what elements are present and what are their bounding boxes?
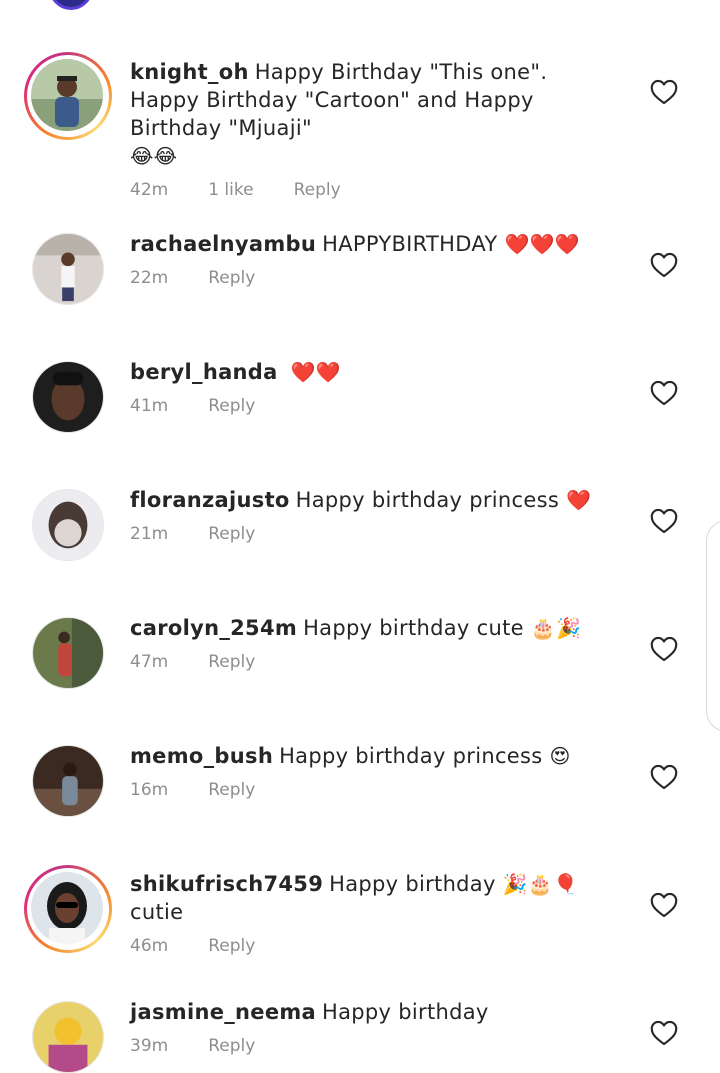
avatar-image bbox=[32, 361, 104, 433]
avatar[interactable] bbox=[32, 745, 104, 817]
heart-outline-icon[interactable] bbox=[650, 79, 678, 105]
comment-time: 47m bbox=[130, 652, 169, 672]
reply-button[interactable]: Reply bbox=[208, 652, 255, 672]
comment-emojis: 🎂🎉 bbox=[530, 616, 582, 640]
comment-username[interactable]: carolyn_254m bbox=[130, 616, 297, 640]
comment-username[interactable]: knight_oh bbox=[130, 60, 249, 84]
heart-outline-icon[interactable] bbox=[650, 636, 678, 662]
avatar-image bbox=[31, 872, 103, 944]
avatar[interactable] bbox=[32, 361, 104, 433]
avatar[interactable] bbox=[32, 617, 104, 689]
comment-text: floranzajusto Happy birthday princess ❤️ bbox=[130, 486, 620, 514]
comment-username[interactable]: shikufrisch7459 bbox=[130, 872, 323, 896]
comment-text: jasmine_neema Happy birthday bbox=[130, 998, 620, 1026]
comment-time: 41m bbox=[130, 396, 169, 416]
comment-text: shikufrisch7459 Happy birthday 🎉🎂🎈 cutie bbox=[130, 870, 620, 926]
comment-meta: 42m 1 like Reply bbox=[130, 180, 620, 200]
avatar-partial[interactable] bbox=[49, 0, 93, 10]
avatar[interactable] bbox=[24, 52, 112, 140]
comment-likes-count[interactable]: 1 like bbox=[208, 180, 253, 200]
comment-body: Happy birthday princess bbox=[295, 488, 560, 512]
avatar[interactable] bbox=[24, 865, 112, 953]
reply-button[interactable]: Reply bbox=[208, 936, 255, 956]
avatar-image bbox=[32, 745, 104, 817]
heart-outline-icon[interactable] bbox=[650, 764, 678, 790]
comment-time: 42m bbox=[130, 180, 169, 200]
comment-emojis: ❤️❤️❤️ bbox=[504, 232, 581, 256]
comment-emojis: ❤️ bbox=[566, 488, 592, 512]
comment-body-suffix: cutie bbox=[130, 900, 184, 924]
avatar-image bbox=[32, 489, 104, 561]
story-ring[interactable] bbox=[24, 865, 112, 953]
comment-username[interactable]: memo_bush bbox=[130, 744, 273, 768]
comment-body: Happy birthday bbox=[322, 1000, 489, 1024]
comment-meta: 46m Reply bbox=[130, 936, 620, 956]
comment-text: beryl_handa ❤️❤️ bbox=[130, 358, 620, 386]
heart-outline-icon[interactable] bbox=[650, 252, 678, 278]
comment-emojis: 🎉🎂🎈 bbox=[502, 872, 579, 896]
comment-username[interactable]: rachaelnyambu bbox=[130, 232, 316, 256]
side-panel-edge[interactable] bbox=[706, 520, 720, 732]
comment-username[interactable]: beryl_handa bbox=[130, 360, 278, 384]
avatar[interactable] bbox=[32, 489, 104, 561]
comment-emojis: 😍 bbox=[549, 744, 571, 768]
comment-time: 21m bbox=[130, 524, 169, 544]
heart-outline-icon[interactable] bbox=[650, 892, 678, 918]
reply-button[interactable]: Reply bbox=[208, 396, 255, 416]
story-ring[interactable] bbox=[24, 52, 112, 140]
comment-time: 39m bbox=[130, 1036, 169, 1056]
avatar-image bbox=[32, 617, 104, 689]
reply-button[interactable]: Reply bbox=[208, 780, 255, 800]
comment-body: Happy birthday princess bbox=[279, 744, 543, 768]
avatar-image bbox=[32, 233, 104, 305]
comment-emojis: ❤️❤️ bbox=[290, 360, 341, 384]
avatar-image bbox=[32, 1001, 104, 1073]
comment-meta: 16m Reply bbox=[130, 780, 620, 800]
comment-text: knight_oh Happy Birthday "This one". Happ… bbox=[130, 58, 620, 170]
avatar-image bbox=[31, 59, 103, 131]
comment-time: 22m bbox=[130, 268, 169, 288]
reply-button[interactable]: Reply bbox=[208, 524, 255, 544]
comment-emojis: 😂😂 bbox=[130, 144, 178, 168]
avatar[interactable] bbox=[32, 233, 104, 305]
comment-meta: 21m Reply bbox=[130, 524, 620, 544]
comment-username[interactable]: floranzajusto bbox=[130, 488, 290, 512]
avatar[interactable] bbox=[32, 1001, 104, 1073]
comment-body: Happy birthday cute bbox=[303, 616, 524, 640]
comment-username[interactable]: jasmine_neema bbox=[130, 1000, 316, 1024]
reply-button[interactable]: Reply bbox=[208, 1036, 255, 1056]
comment-meta: 39m Reply bbox=[130, 1036, 620, 1056]
comment-text: rachaelnyambu HAPPYBIRTHDAY ❤️❤️❤️ bbox=[130, 230, 620, 258]
comment-text: memo_bush Happy birthday princess 😍 bbox=[130, 742, 620, 770]
comment-time: 46m bbox=[130, 936, 169, 956]
comment-meta: 41m Reply bbox=[130, 396, 620, 416]
heart-outline-icon[interactable] bbox=[650, 380, 678, 406]
comment-body: HAPPYBIRTHDAY bbox=[322, 232, 498, 256]
reply-button[interactable]: Reply bbox=[294, 180, 341, 200]
comment-text: carolyn_254m Happy birthday cute 🎂🎉 bbox=[130, 614, 620, 642]
comment-meta: 47m Reply bbox=[130, 652, 620, 672]
comment-time: 16m bbox=[130, 780, 169, 800]
reply-button[interactable]: Reply bbox=[208, 268, 255, 288]
heart-outline-icon[interactable] bbox=[650, 1020, 678, 1046]
heart-outline-icon[interactable] bbox=[650, 508, 678, 534]
comment-meta: 22m Reply bbox=[130, 268, 620, 288]
comment-body: Happy birthday bbox=[329, 872, 496, 896]
